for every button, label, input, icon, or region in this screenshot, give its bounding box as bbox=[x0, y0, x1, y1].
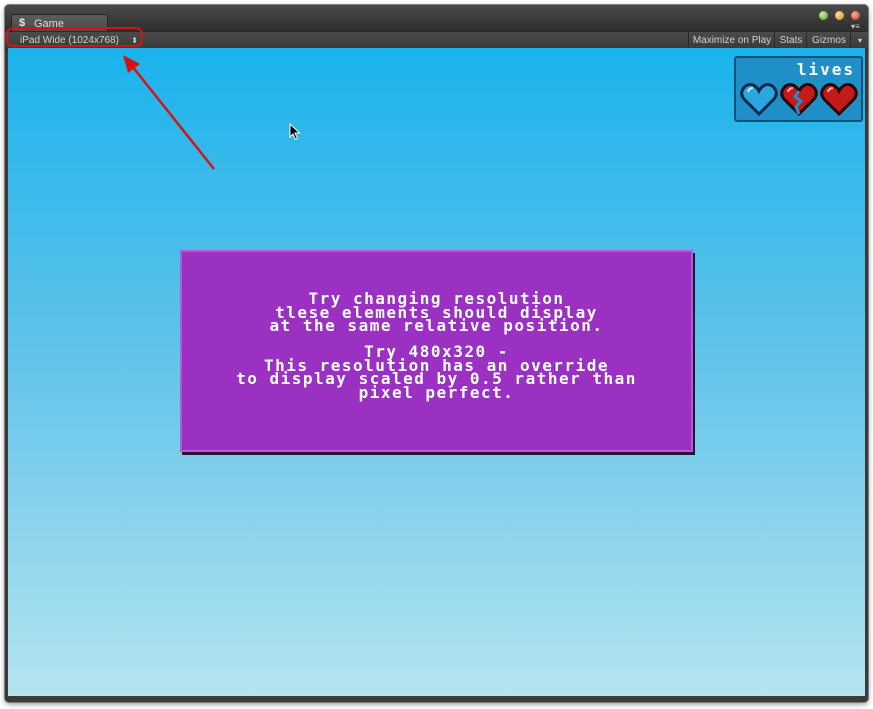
message-line: pixel perfect. bbox=[358, 382, 515, 402]
panel-menu-icon[interactable]: ▾≡ bbox=[851, 23, 860, 31]
maximize-on-play-button[interactable]: Maximize on Play bbox=[688, 32, 775, 49]
message-block-1: Try changing resolution tlese elements s… bbox=[182, 291, 691, 335]
heart-full-icon bbox=[820, 83, 858, 116]
heart-broken-icon bbox=[780, 83, 818, 116]
game-viewport[interactable]: lives Try changing resolution tlese elem… bbox=[8, 48, 865, 696]
message-line: at the same relative position. bbox=[269, 316, 604, 335]
stats-button[interactable]: Stats bbox=[774, 32, 807, 49]
heart-empty-icon bbox=[740, 83, 778, 116]
resolution-highlight-box bbox=[6, 27, 143, 47]
message-block-2: Try 480x320 - This resolution has an ove… bbox=[182, 344, 691, 402]
gizmos-button[interactable]: Gizmos bbox=[806, 32, 851, 49]
mouse-cursor-icon bbox=[289, 123, 301, 141]
game-window: $ Game ▾≡ iPad Wide (1024x768) ⬍ Maximiz… bbox=[5, 5, 868, 702]
lives-label: lives bbox=[796, 60, 855, 79]
minimize-button[interactable] bbox=[819, 11, 828, 20]
gizmos-dropdown-arrow[interactable]: ▾ bbox=[850, 32, 868, 49]
zoom-button[interactable] bbox=[835, 11, 844, 20]
message-panel: Try changing resolution tlese elements s… bbox=[180, 250, 693, 452]
lives-panel: lives bbox=[734, 56, 863, 122]
close-button[interactable] bbox=[851, 11, 860, 20]
